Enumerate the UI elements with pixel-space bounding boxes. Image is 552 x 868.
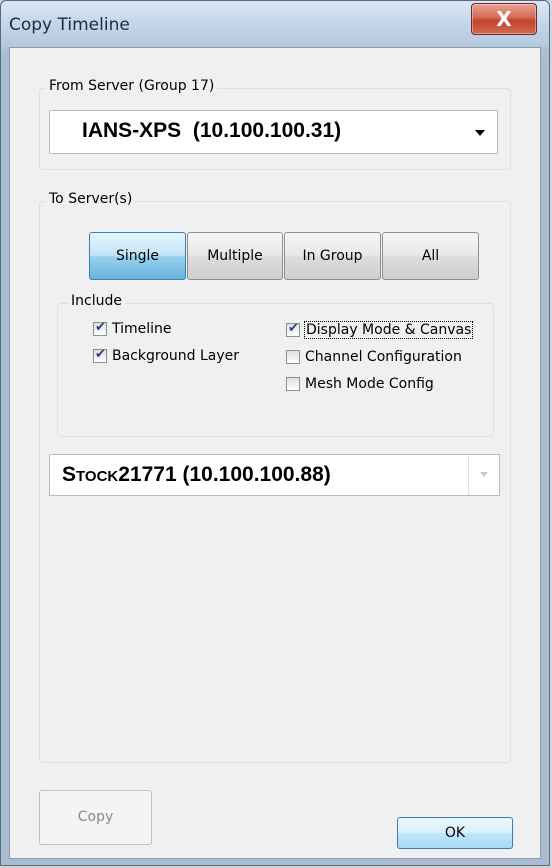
timeline-checkbox-label: Timeline bbox=[112, 321, 172, 337]
timeline-checkbox-box[interactable] bbox=[93, 320, 107, 336]
include-group: Include Timeline Background Layer Displa… bbox=[57, 293, 494, 437]
close-button[interactable]: X bbox=[471, 3, 537, 35]
copy-button[interactable]: Copy bbox=[39, 790, 152, 845]
to-servers-group: To Server(s) Single Multiple In Group Al… bbox=[39, 191, 511, 763]
mesh-mode-config-checkbox-box[interactable] bbox=[286, 377, 300, 391]
from-server-value: IANS-XPS (10.100.100.31) bbox=[82, 119, 342, 142]
mesh-mode-config-checkbox[interactable]: Mesh Mode Config bbox=[286, 376, 434, 392]
to-servers-legend: To Server(s) bbox=[46, 191, 136, 207]
mesh-mode-config-checkbox-label: Mesh Mode Config bbox=[305, 376, 434, 392]
channel-configuration-checkbox-label: Channel Configuration bbox=[305, 349, 462, 365]
dialog-body: From Server (Group 17) IANS-XPS (10.100.… bbox=[9, 47, 541, 859]
mode-single-button[interactable]: Single bbox=[89, 232, 186, 280]
mode-in-group-button[interactable]: In Group bbox=[284, 232, 381, 280]
ok-button[interactable]: OK bbox=[397, 817, 513, 849]
copy-timeline-dialog: Copy Timeline X From Server (Group 17) I… bbox=[0, 0, 550, 866]
close-icon: X bbox=[496, 7, 512, 31]
mode-all-button[interactable]: All bbox=[382, 232, 479, 280]
to-server-name-suffix: 21771 (10.100.100.88) bbox=[118, 463, 331, 486]
display-mode-canvas-checkbox-box[interactable] bbox=[286, 321, 300, 337]
channel-configuration-checkbox-box[interactable] bbox=[286, 350, 300, 364]
from-server-legend: From Server (Group 17) bbox=[46, 78, 218, 94]
to-server-value: Stock21771 (10.100.100.88) bbox=[62, 463, 331, 487]
to-server-name-prefix: Stock bbox=[62, 463, 119, 486]
background-layer-checkbox-box[interactable] bbox=[93, 347, 107, 363]
background-layer-checkbox-label: Background Layer bbox=[112, 348, 240, 364]
from-server-dropdown[interactable]: IANS-XPS (10.100.100.31) bbox=[49, 110, 498, 154]
dropdown-arrow-icon bbox=[475, 130, 485, 136]
from-server-group: From Server (Group 17) IANS-XPS (10.100.… bbox=[39, 78, 511, 170]
background-layer-checkbox[interactable]: Background Layer bbox=[93, 347, 240, 364]
target-mode-selector: Single Multiple In Group All bbox=[89, 232, 481, 280]
to-server-dropdown-arrow-icon[interactable] bbox=[468, 455, 499, 495]
timeline-checkbox[interactable]: Timeline bbox=[93, 320, 172, 337]
title-bar: Copy Timeline X bbox=[1, 1, 549, 47]
to-server-dropdown[interactable]: Stock21771 (10.100.100.88) bbox=[49, 454, 500, 496]
channel-configuration-checkbox[interactable]: Channel Configuration bbox=[286, 349, 462, 365]
dialog-title: Copy Timeline bbox=[9, 15, 130, 35]
display-mode-canvas-checkbox-label: Display Mode & Canvas bbox=[303, 321, 474, 339]
display-mode-canvas-checkbox[interactable]: Display Mode & Canvas bbox=[286, 321, 474, 339]
include-legend: Include bbox=[68, 293, 125, 309]
mode-multiple-button[interactable]: Multiple bbox=[187, 232, 283, 280]
